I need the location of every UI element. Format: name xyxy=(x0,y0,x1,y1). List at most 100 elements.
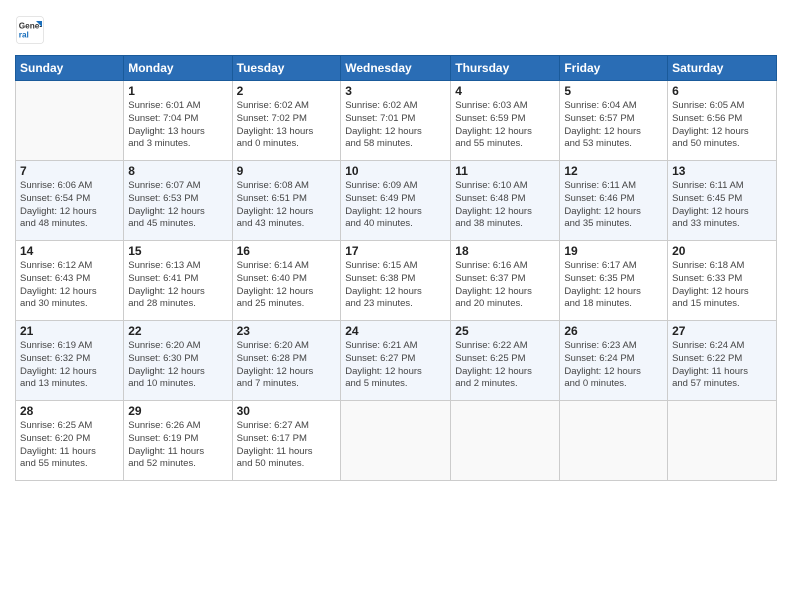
svg-text:ral: ral xyxy=(19,31,29,40)
day-number: 16 xyxy=(237,244,337,258)
day-number: 14 xyxy=(20,244,119,258)
calendar-week-3: 14 Sunrise: 6:12 AM Sunset: 6:43 PM Dayli… xyxy=(16,241,777,321)
day-number: 5 xyxy=(564,84,663,98)
day-number: 3 xyxy=(345,84,446,98)
day-number: 11 xyxy=(455,164,555,178)
day-detail: Sunrise: 6:27 AM Sunset: 6:17 PM Dayligh… xyxy=(237,420,337,471)
calendar-cell: 20 Sunrise: 6:18 AM Sunset: 6:33 PM Dayli… xyxy=(668,241,777,321)
day-detail: Sunrise: 6:26 AM Sunset: 6:19 PM Dayligh… xyxy=(128,420,227,471)
calendar-cell: 4 Sunrise: 6:03 AM Sunset: 6:59 PM Daylig… xyxy=(451,81,560,161)
calendar-table: SundayMondayTuesdayWednesdayThursdayFrid… xyxy=(15,55,777,481)
day-number: 26 xyxy=(564,324,663,338)
calendar-cell xyxy=(341,401,451,481)
day-number: 18 xyxy=(455,244,555,258)
day-number: 4 xyxy=(455,84,555,98)
calendar-cell: 27 Sunrise: 6:24 AM Sunset: 6:22 PM Dayli… xyxy=(668,321,777,401)
day-number: 10 xyxy=(345,164,446,178)
day-detail: Sunrise: 6:13 AM Sunset: 6:41 PM Dayligh… xyxy=(128,260,227,311)
calendar-header-friday: Friday xyxy=(560,56,668,81)
calendar-cell: 5 Sunrise: 6:04 AM Sunset: 6:57 PM Daylig… xyxy=(560,81,668,161)
day-detail: Sunrise: 6:06 AM Sunset: 6:54 PM Dayligh… xyxy=(20,180,119,231)
day-detail: Sunrise: 6:04 AM Sunset: 6:57 PM Dayligh… xyxy=(564,100,663,151)
calendar-cell: 11 Sunrise: 6:10 AM Sunset: 6:48 PM Dayli… xyxy=(451,161,560,241)
day-detail: Sunrise: 6:05 AM Sunset: 6:56 PM Dayligh… xyxy=(672,100,772,151)
day-detail: Sunrise: 6:01 AM Sunset: 7:04 PM Dayligh… xyxy=(128,100,227,151)
calendar-cell: 30 Sunrise: 6:27 AM Sunset: 6:17 PM Dayli… xyxy=(232,401,341,481)
day-number: 9 xyxy=(237,164,337,178)
calendar-cell: 24 Sunrise: 6:21 AM Sunset: 6:27 PM Dayli… xyxy=(341,321,451,401)
day-detail: Sunrise: 6:24 AM Sunset: 6:22 PM Dayligh… xyxy=(672,340,772,391)
day-detail: Sunrise: 6:02 AM Sunset: 7:02 PM Dayligh… xyxy=(237,100,337,151)
day-detail: Sunrise: 6:10 AM Sunset: 6:48 PM Dayligh… xyxy=(455,180,555,231)
day-number: 30 xyxy=(237,404,337,418)
day-detail: Sunrise: 6:17 AM Sunset: 6:35 PM Dayligh… xyxy=(564,260,663,311)
day-number: 17 xyxy=(345,244,446,258)
day-number: 21 xyxy=(20,324,119,338)
calendar-header-saturday: Saturday xyxy=(668,56,777,81)
day-number: 15 xyxy=(128,244,227,258)
day-number: 19 xyxy=(564,244,663,258)
calendar-cell: 18Sunrise: 6:16 AM Sunset: 6:37 PM Dayli… xyxy=(451,241,560,321)
calendar-header-monday: Monday xyxy=(124,56,232,81)
calendar-week-1: 1 Sunrise: 6:01 AM Sunset: 7:04 PM Daylig… xyxy=(16,81,777,161)
calendar-week-2: 7Sunrise: 6:06 AM Sunset: 6:54 PM Daylig… xyxy=(16,161,777,241)
page-container: Gene- ral SundayMondayTuesdayWednesdayTh… xyxy=(0,0,792,612)
day-number: 1 xyxy=(128,84,227,98)
day-detail: Sunrise: 6:21 AM Sunset: 6:27 PM Dayligh… xyxy=(345,340,446,391)
day-number: 27 xyxy=(672,324,772,338)
calendar-week-4: 21 Sunrise: 6:19 AM Sunset: 6:32 PM Dayli… xyxy=(16,321,777,401)
page-header: Gene- ral xyxy=(15,15,777,45)
calendar-cell: 10 Sunrise: 6:09 AM Sunset: 6:49 PM Dayli… xyxy=(341,161,451,241)
calendar-cell xyxy=(560,401,668,481)
calendar-week-5: 28Sunrise: 6:25 AM Sunset: 6:20 PM Dayli… xyxy=(16,401,777,481)
logo: Gene- ral xyxy=(15,15,49,45)
calendar-cell: 9Sunrise: 6:08 AM Sunset: 6:51 PM Daylig… xyxy=(232,161,341,241)
calendar-cell: 14 Sunrise: 6:12 AM Sunset: 6:43 PM Dayli… xyxy=(16,241,124,321)
day-number: 20 xyxy=(672,244,772,258)
calendar-cell: 6 Sunrise: 6:05 AM Sunset: 6:56 PM Daylig… xyxy=(668,81,777,161)
calendar-cell: 8 Sunrise: 6:07 AM Sunset: 6:53 PM Daylig… xyxy=(124,161,232,241)
calendar-header-thursday: Thursday xyxy=(451,56,560,81)
calendar-cell: 29Sunrise: 6:26 AM Sunset: 6:19 PM Dayli… xyxy=(124,401,232,481)
logo-icon: Gene- ral xyxy=(15,15,45,45)
day-detail: Sunrise: 6:19 AM Sunset: 6:32 PM Dayligh… xyxy=(20,340,119,391)
day-detail: Sunrise: 6:18 AM Sunset: 6:33 PM Dayligh… xyxy=(672,260,772,311)
day-number: 8 xyxy=(128,164,227,178)
day-detail: Sunrise: 6:02 AM Sunset: 7:01 PM Dayligh… xyxy=(345,100,446,151)
day-number: 6 xyxy=(672,84,772,98)
calendar-cell: 28Sunrise: 6:25 AM Sunset: 6:20 PM Dayli… xyxy=(16,401,124,481)
day-number: 12 xyxy=(564,164,663,178)
calendar-header-tuesday: Tuesday xyxy=(232,56,341,81)
day-detail: Sunrise: 6:11 AM Sunset: 6:45 PM Dayligh… xyxy=(672,180,772,231)
calendar-cell: 19 Sunrise: 6:17 AM Sunset: 6:35 PM Dayli… xyxy=(560,241,668,321)
calendar-cell: 21 Sunrise: 6:19 AM Sunset: 6:32 PM Dayli… xyxy=(16,321,124,401)
calendar-cell: 13 Sunrise: 6:11 AM Sunset: 6:45 PM Dayli… xyxy=(668,161,777,241)
calendar-cell: 26 Sunrise: 6:23 AM Sunset: 6:24 PM Dayli… xyxy=(560,321,668,401)
calendar-cell xyxy=(451,401,560,481)
calendar-cell xyxy=(668,401,777,481)
day-detail: Sunrise: 6:09 AM Sunset: 6:49 PM Dayligh… xyxy=(345,180,446,231)
calendar-cell: 22Sunrise: 6:20 AM Sunset: 6:30 PM Dayli… xyxy=(124,321,232,401)
calendar-cell: 7Sunrise: 6:06 AM Sunset: 6:54 PM Daylig… xyxy=(16,161,124,241)
day-detail: Sunrise: 6:07 AM Sunset: 6:53 PM Dayligh… xyxy=(128,180,227,231)
day-detail: Sunrise: 6:23 AM Sunset: 6:24 PM Dayligh… xyxy=(564,340,663,391)
day-detail: Sunrise: 6:20 AM Sunset: 6:28 PM Dayligh… xyxy=(237,340,337,391)
day-detail: Sunrise: 6:14 AM Sunset: 6:40 PM Dayligh… xyxy=(237,260,337,311)
calendar-header-wednesday: Wednesday xyxy=(341,56,451,81)
calendar-cell: 12 Sunrise: 6:11 AM Sunset: 6:46 PM Dayli… xyxy=(560,161,668,241)
day-detail: Sunrise: 6:12 AM Sunset: 6:43 PM Dayligh… xyxy=(20,260,119,311)
day-number: 25 xyxy=(455,324,555,338)
calendar-cell: 1 Sunrise: 6:01 AM Sunset: 7:04 PM Daylig… xyxy=(124,81,232,161)
calendar-cell: 23Sunrise: 6:20 AM Sunset: 6:28 PM Dayli… xyxy=(232,321,341,401)
calendar-cell: 16 Sunrise: 6:14 AM Sunset: 6:40 PM Dayli… xyxy=(232,241,341,321)
calendar-cell: 17 Sunrise: 6:15 AM Sunset: 6:38 PM Dayli… xyxy=(341,241,451,321)
day-number: 24 xyxy=(345,324,446,338)
day-number: 13 xyxy=(672,164,772,178)
day-detail: Sunrise: 6:20 AM Sunset: 6:30 PM Dayligh… xyxy=(128,340,227,391)
day-detail: Sunrise: 6:11 AM Sunset: 6:46 PM Dayligh… xyxy=(564,180,663,231)
day-detail: Sunrise: 6:03 AM Sunset: 6:59 PM Dayligh… xyxy=(455,100,555,151)
calendar-cell: 15 Sunrise: 6:13 AM Sunset: 6:41 PM Dayli… xyxy=(124,241,232,321)
calendar-cell: 3 Sunrise: 6:02 AM Sunset: 7:01 PM Daylig… xyxy=(341,81,451,161)
calendar-header-sunday: Sunday xyxy=(16,56,124,81)
day-detail: Sunrise: 6:15 AM Sunset: 6:38 PM Dayligh… xyxy=(345,260,446,311)
